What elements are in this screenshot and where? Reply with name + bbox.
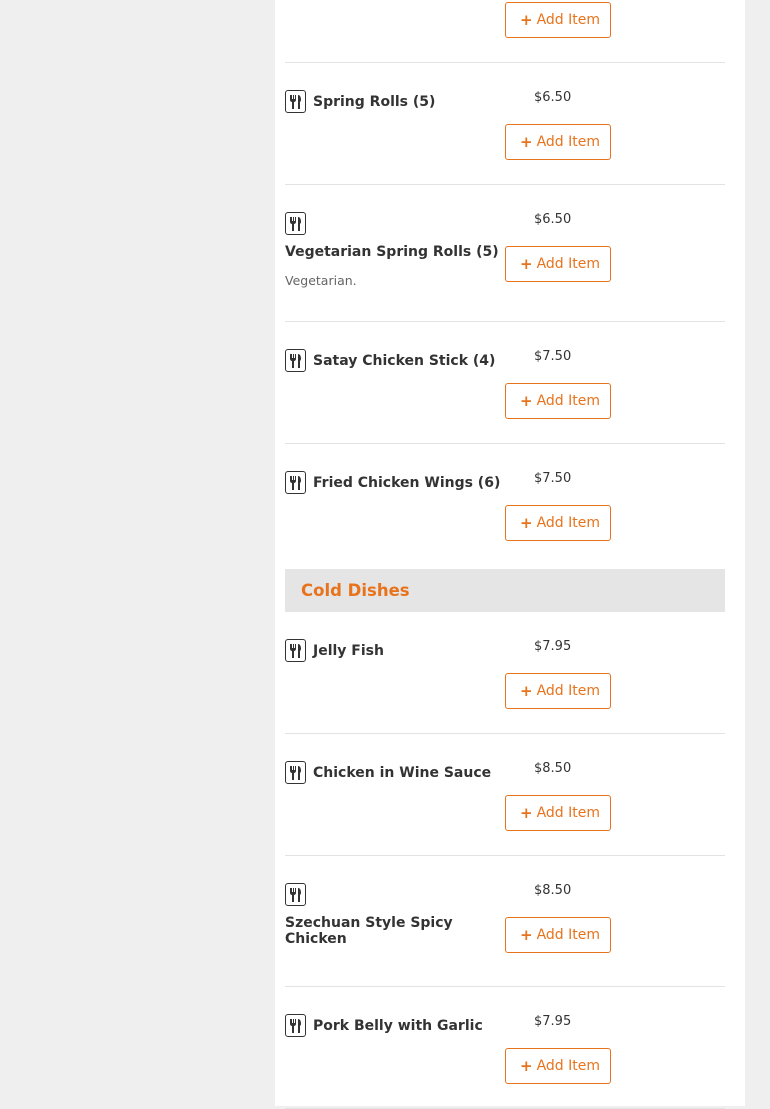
menu-item: Jelly Fish $7.95 + Add Item xyxy=(285,612,725,734)
item-description: Vegetarian. xyxy=(285,273,357,288)
utensils-icon xyxy=(285,1014,306,1037)
add-item-button[interactable]: + Add Item xyxy=(505,383,611,419)
add-item-button[interactable]: + Add Item xyxy=(505,917,611,953)
item-price: $8.50 xyxy=(534,883,572,898)
item-name: Szechuan Style Spicy Chicken xyxy=(285,915,453,947)
plus-icon: + xyxy=(520,925,533,944)
utensils-icon xyxy=(285,471,306,494)
menu-item-partial: + Add Item xyxy=(285,0,725,63)
plus-icon: + xyxy=(520,681,533,700)
plus-icon: + xyxy=(520,803,533,822)
item-name: Pork Belly with Garlic xyxy=(313,1018,483,1034)
utensils-icon xyxy=(285,349,306,372)
item-price: $8.50 xyxy=(534,761,572,776)
add-item-button[interactable]: + Add Item xyxy=(505,795,611,831)
item-name: Satay Chicken Stick (4) xyxy=(313,353,496,369)
item-price: $6.50 xyxy=(534,90,572,105)
plus-icon: + xyxy=(520,254,533,273)
item-price: $7.95 xyxy=(534,1014,572,1029)
plus-icon: + xyxy=(520,513,533,532)
menu-item: Vegetarian Spring Rolls (5) Vegetarian. … xyxy=(285,185,725,322)
add-item-button[interactable]: + Add Item xyxy=(505,1048,611,1084)
menu-list: + Add Item Spring Rolls (5) $6.50 + Add … xyxy=(285,0,725,1109)
menu-item: Chicken in Wine Sauce $8.50 + Add Item xyxy=(285,734,725,856)
item-name: Chicken in Wine Sauce xyxy=(313,765,492,781)
utensils-icon xyxy=(285,90,306,113)
add-item-button[interactable]: + Add Item xyxy=(505,124,611,160)
section-header-cold-dishes: Cold Dishes xyxy=(285,569,725,612)
item-name: Vegetarian Spring Rolls (5) xyxy=(285,244,499,260)
add-item-button[interactable]: + Add Item xyxy=(505,2,611,38)
item-price: $7.50 xyxy=(534,471,572,486)
menu-item: Szechuan Style Spicy Chicken $8.50 + Add… xyxy=(285,856,725,987)
add-item-button[interactable]: + Add Item xyxy=(505,505,611,541)
menu-item: Pork Belly with Garlic $7.95 + Add Item xyxy=(285,987,725,1109)
menu-panel: + Add Item Spring Rolls (5) $6.50 + Add … xyxy=(275,0,745,1109)
item-name: Fried Chicken Wings (6) xyxy=(313,475,501,491)
item-price: $6.50 xyxy=(534,212,572,227)
utensils-icon xyxy=(285,761,306,784)
utensils-icon xyxy=(285,639,306,662)
utensils-icon xyxy=(285,883,306,906)
plus-icon: + xyxy=(520,10,533,29)
menu-item: Spring Rolls (5) $6.50 + Add Item xyxy=(285,63,725,185)
item-name: Jelly Fish xyxy=(313,643,384,659)
menu-item: Satay Chicken Stick (4) $7.50 + Add Item xyxy=(285,322,725,444)
plus-icon: + xyxy=(520,132,533,151)
menu-item: Fried Chicken Wings (6) $7.50 + Add Item xyxy=(285,444,725,541)
section-title: Cold Dishes xyxy=(301,581,410,600)
item-name: Spring Rolls (5) xyxy=(313,94,436,110)
add-item-button[interactable]: + Add Item xyxy=(505,246,611,282)
item-price: $7.95 xyxy=(534,639,572,654)
utensils-icon xyxy=(285,212,306,235)
add-item-button[interactable]: + Add Item xyxy=(505,673,611,709)
plus-icon: + xyxy=(520,1056,533,1075)
plus-icon: + xyxy=(520,391,533,410)
item-price: $7.50 xyxy=(534,349,572,364)
